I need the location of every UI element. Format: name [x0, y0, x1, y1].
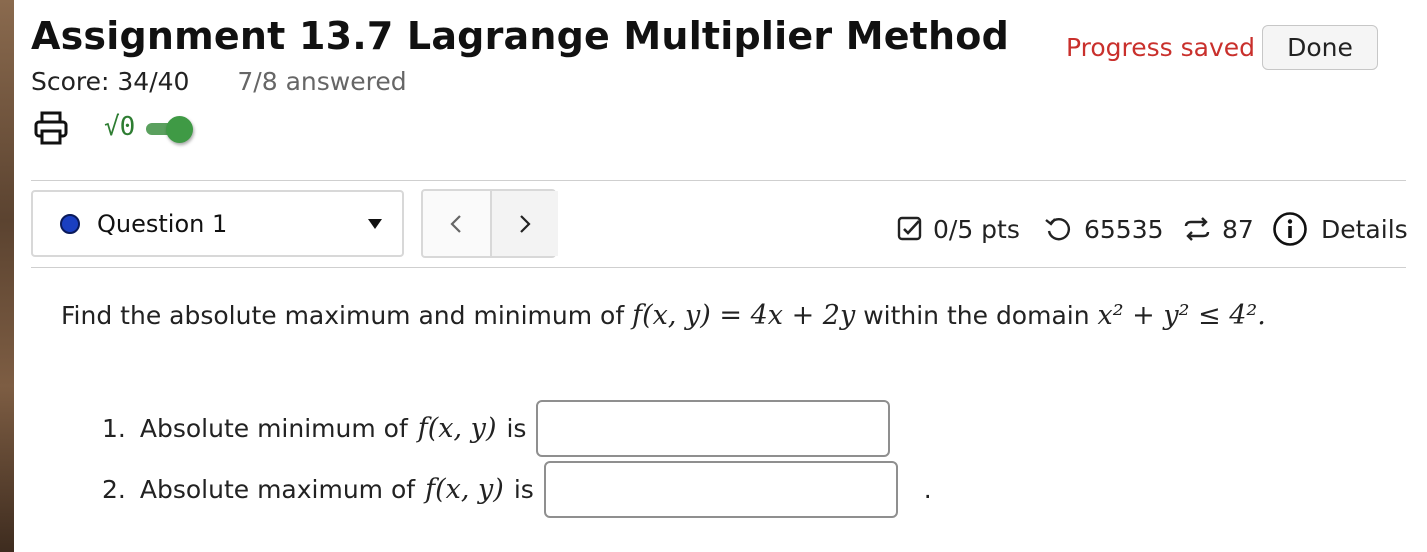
details-label: Details	[1321, 214, 1408, 244]
swap-arrows-icon	[1184, 217, 1210, 241]
score-text: Score: 34/40	[31, 67, 190, 96]
part-label: Absolute minimum of	[139, 414, 408, 443]
print-icon[interactable]	[33, 110, 69, 146]
function-expression: f(x, y) = 4x + 2y	[632, 300, 856, 331]
assignment-title: Assignment 13.7 Lagrange Multiplier Meth…	[31, 14, 1010, 58]
part-function: f(x, y)	[425, 474, 504, 505]
score-line: Score: 34/40 7/8 answered	[31, 67, 407, 96]
chevron-left-icon	[450, 214, 461, 233]
attempts-indicator: 65535	[1043, 204, 1164, 254]
progress-status: Progress saved	[1066, 33, 1256, 62]
divider-bottom	[31, 267, 1406, 268]
absolute-minimum-input[interactable]	[536, 400, 891, 457]
attempts-text: 65535	[1084, 214, 1164, 244]
trailing-period: .	[923, 475, 932, 504]
details-button[interactable]: Details	[1272, 204, 1408, 254]
absolute-maximum-input[interactable]	[543, 461, 898, 518]
toggle-knob	[166, 116, 193, 143]
points-indicator: 0/5 pts	[896, 204, 1020, 254]
done-button[interactable]: Done	[1262, 25, 1378, 70]
part-number: 1.	[102, 414, 126, 443]
undo-icon	[1045, 218, 1070, 241]
question-selector[interactable]: Question 1	[31, 190, 404, 257]
part-suffix: is	[506, 414, 527, 443]
question-status-dot	[60, 214, 80, 234]
divider-top	[31, 180, 1406, 181]
retakes-text: 87	[1222, 214, 1254, 244]
question-prompt: Find the absolute maximum and minimum of…	[61, 300, 1266, 331]
caret-down-icon	[368, 219, 382, 229]
part-number: 2.	[102, 475, 126, 504]
previous-question-button[interactable]	[423, 191, 489, 256]
points-text: 0/5 pts	[933, 214, 1020, 244]
question-selector-label: Question 1	[97, 210, 228, 238]
background-edge	[0, 0, 14, 552]
checkbox-icon	[897, 216, 922, 241]
answered-count: 7/8 answered	[237, 67, 407, 96]
math-entry-toggle[interactable]: √0	[100, 110, 200, 150]
prompt-prefix: Find the absolute maximum and minimum of	[61, 301, 625, 330]
answer-row-min: 1. Absolute minimum of f(x, y) is	[102, 400, 891, 457]
retakes-indicator: 87	[1182, 204, 1254, 254]
part-label: Absolute maximum of	[139, 475, 416, 504]
info-icon	[1273, 212, 1307, 246]
domain-expression: x² + y² ≤ 4².	[1097, 300, 1266, 331]
next-question-button[interactable]	[490, 191, 558, 256]
part-function: f(x, y)	[417, 413, 497, 444]
answer-row-max: 2. Absolute maximum of f(x, y) is .	[102, 461, 932, 518]
prompt-middle: within the domain	[863, 301, 1090, 330]
sqrt-icon: √0	[104, 112, 136, 142]
question-pager	[421, 189, 558, 258]
part-suffix: is	[513, 475, 534, 504]
chevron-right-icon	[520, 214, 531, 233]
